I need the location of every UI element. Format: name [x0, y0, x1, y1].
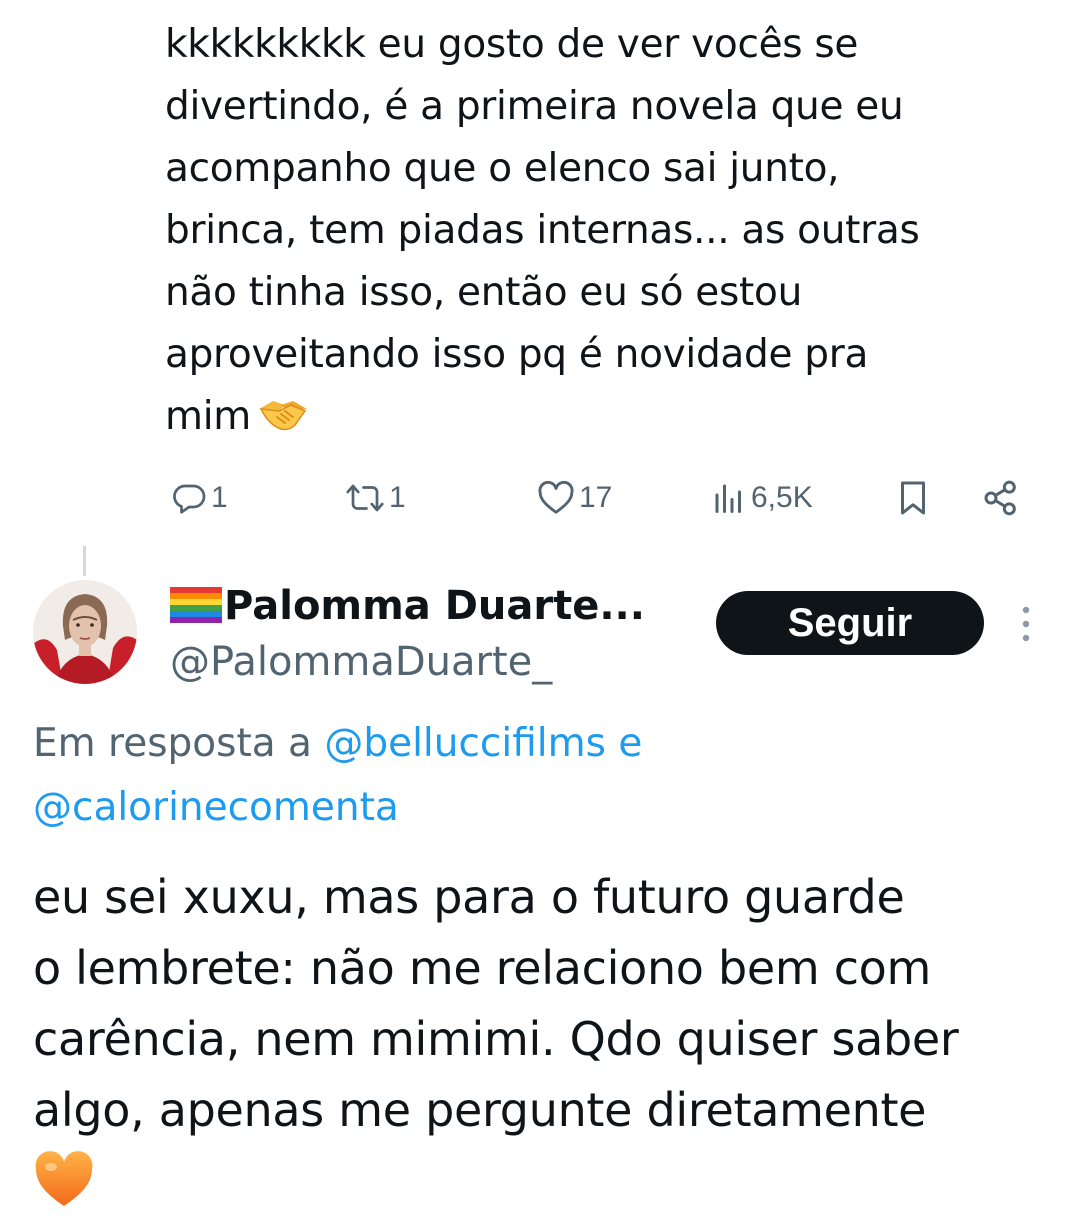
avatar[interactable] — [33, 580, 137, 684]
views-chart-icon — [715, 484, 741, 513]
rainbow-flag-icon — [170, 587, 222, 623]
reply-context-prefix: Em resposta a — [33, 721, 325, 766]
heart-icon — [538, 480, 574, 514]
retweet-button[interactable]: 1 — [345, 470, 406, 526]
like-count: 17 — [579, 481, 613, 514]
author-name[interactable]: Palomma Duarte... — [170, 580, 650, 632]
views-count: 6,5K — [751, 481, 813, 514]
share-button[interactable] — [981, 470, 1021, 526]
follow-button[interactable]: Seguir — [716, 591, 984, 655]
thread-connector-line — [83, 546, 86, 576]
like-button[interactable]: 17 — [537, 470, 612, 526]
share-icon — [984, 480, 1016, 516]
reply-button[interactable]: 1 — [171, 470, 228, 526]
author-name-text: Palomma Duarte... — [224, 583, 645, 629]
avatar-photo — [33, 580, 137, 684]
bookmark-button[interactable] — [895, 470, 931, 526]
mention-link-belluccifilms[interactable]: @belluccifilms — [324, 721, 606, 766]
bookmark-icon — [901, 481, 925, 515]
tweet-text: eu sei xuxu, mas para o futuro guarde o … — [33, 870, 959, 1137]
retweet-icon — [346, 484, 384, 512]
handshake-emoji-icon — [258, 401, 307, 431]
author-handle[interactable]: @PalommaDuarte_ — [170, 636, 552, 688]
orange-heart-icon — [35, 1151, 93, 1206]
reply-context-connector: e — [605, 721, 643, 766]
parent-tweet-actions: 1 1 17 6,5K — [165, 470, 1035, 526]
reply-count: 1 — [211, 481, 228, 514]
mention-link-calorinecomenta[interactable]: @calorinecomenta — [33, 785, 399, 830]
parent-tweet-text: kkkkkkkkk eu gosto de ver vocês se diver… — [165, 14, 1045, 448]
views-button[interactable]: 6,5K — [711, 470, 813, 526]
reply-context: Em resposta a @belluccifilms e @calorinec… — [33, 712, 1043, 840]
reply-icon — [173, 484, 206, 514]
more-options-icon[interactable] — [1012, 602, 1040, 646]
retweet-count: 1 — [389, 481, 406, 514]
parent-tweet-text-content: kkkkkkkkk eu gosto de ver vocês se diver… — [165, 22, 920, 439]
